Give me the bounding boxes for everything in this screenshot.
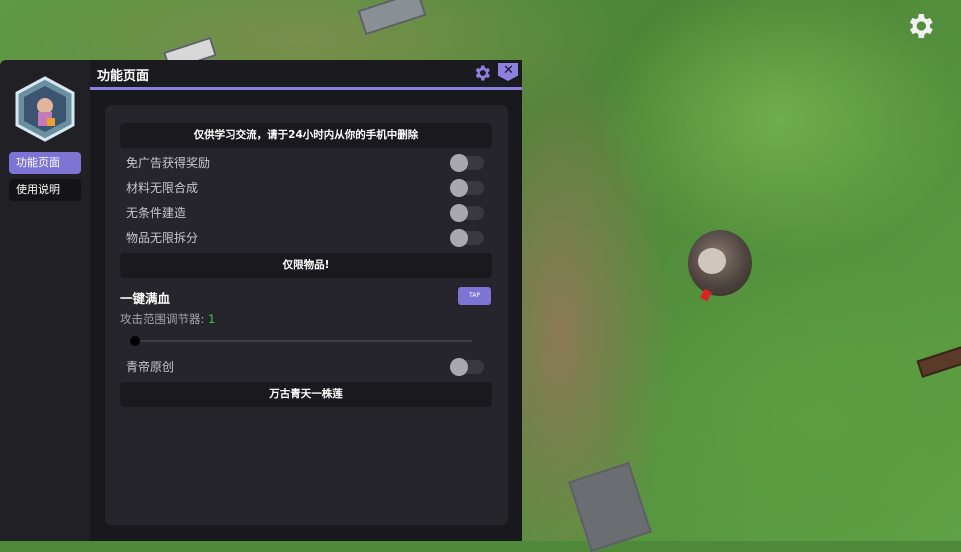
footer-banner: 万古青天一株莲 [120, 382, 492, 407]
attack-range-slider-handle[interactable] [130, 336, 140, 346]
infinite-craft-toggle[interactable] [450, 179, 484, 197]
panel-header: 功能页面 ✕ [90, 60, 522, 88]
toggle-knob [450, 204, 468, 222]
toggle-knob [450, 229, 468, 247]
creature-face [698, 248, 726, 274]
no-ads-toggle[interactable] [450, 154, 484, 172]
attack-range-label-text: 攻击范围调节器: [120, 312, 205, 326]
toggle-knob [450, 179, 468, 197]
toggle-label: 物品无限拆分 [126, 231, 199, 245]
credit-toggle[interactable] [450, 358, 484, 376]
free-build-toggle[interactable] [450, 204, 484, 222]
gear-icon[interactable] [904, 10, 936, 42]
toggle-row-infinite-craft: 材料无限合成 [126, 179, 486, 199]
attack-range-label: 攻击范围调节器: 1 [120, 311, 215, 327]
items-only-banner: 仅限物品! [120, 253, 492, 278]
sidebar-item-instructions[interactable]: 使用说明 [9, 179, 81, 201]
sidebar: 功能页面 使用说明 [0, 60, 90, 541]
toggle-knob [450, 358, 468, 376]
full-hp-label: 一键满血 [120, 291, 171, 306]
attack-range-slider-track[interactable] [135, 340, 472, 342]
toggle-label: 青帝原创 [126, 360, 175, 374]
attack-range-value: 1 [208, 312, 216, 326]
toggle-row-credit: 青帝原创 [126, 358, 486, 378]
notice-banner: 仅供学习交流，请于24小时内从你的手机中删除 [120, 123, 492, 148]
hexagon-avatar-icon [14, 76, 76, 142]
sidebar-item-label: 功能页面 [16, 156, 60, 169]
toggle-label: 材料无限合成 [126, 181, 199, 195]
feature-card: 仅供学习交流，请于24小时内从你的手机中删除 免广告获得奖励 材料无限合成 无条… [105, 105, 508, 525]
toggle-knob [450, 154, 468, 172]
toggle-row-infinite-split: 物品无限拆分 [126, 229, 486, 249]
page-title: 功能页面 [97, 69, 150, 84]
full-hp-tap-button[interactable]: TAP [458, 287, 491, 305]
infinite-split-toggle[interactable] [450, 229, 484, 247]
close-button[interactable]: ✕ [498, 63, 518, 81]
toggle-label: 无条件建造 [126, 206, 187, 220]
toggle-row-free-build: 无条件建造 [126, 204, 486, 224]
sidebar-item-function-page[interactable]: 功能页面 [9, 152, 81, 174]
toggle-row-no-ads: 免广告获得奖励 [126, 154, 486, 174]
gear-icon[interactable] [472, 63, 492, 83]
header-accent-line [90, 87, 522, 90]
creature-sprite [688, 230, 752, 302]
sidebar-item-label: 使用说明 [16, 183, 60, 196]
toggle-label: 免广告获得奖励 [126, 156, 211, 170]
close-icon: ✕ [503, 63, 514, 78]
mod-menu-panel: 功能页面 ✕ 仅供学习交流，请于24小时内从你的手机中删除 免广告获得奖励 材料… [90, 60, 522, 541]
